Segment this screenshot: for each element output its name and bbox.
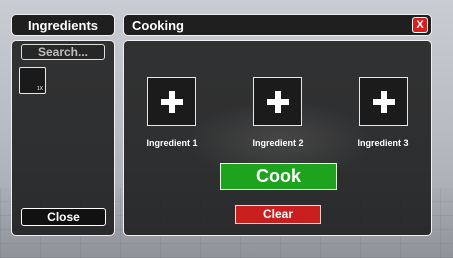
ingredient-slot-2-label: Ingredient 2 bbox=[252, 138, 304, 148]
plus-icon bbox=[372, 90, 395, 113]
inventory-item[interactable]: 1X bbox=[19, 67, 46, 94]
cook-button[interactable]: Cook bbox=[220, 163, 337, 190]
ingredient-slot-1-label: Ingredient 1 bbox=[146, 138, 198, 148]
cooking-title-bar: Cooking X bbox=[123, 14, 432, 36]
ingredient-slot-2[interactable] bbox=[253, 77, 302, 126]
ingredient-slot-3[interactable] bbox=[359, 77, 408, 126]
ingredient-slot-1[interactable] bbox=[147, 77, 196, 126]
cooking-title: Cooking bbox=[132, 17, 184, 33]
close-button[interactable]: Close bbox=[21, 208, 106, 226]
ingredients-panel: Search... 1X Close bbox=[11, 40, 115, 236]
item-count: 1X bbox=[36, 86, 43, 92]
ingredients-title: Ingredients bbox=[27, 17, 99, 33]
cooking-panel: Ingredient 1 Ingredient 2 Ingredient 3 C… bbox=[123, 40, 432, 236]
ingredients-title-bar: Ingredients bbox=[11, 14, 115, 36]
search-input[interactable]: Search... bbox=[21, 44, 105, 60]
plus-icon bbox=[266, 90, 289, 113]
close-window-button[interactable]: X bbox=[412, 17, 428, 33]
clear-button[interactable]: Clear bbox=[235, 205, 321, 224]
ingredient-slot-3-label: Ingredient 3 bbox=[357, 138, 409, 148]
plus-icon bbox=[160, 90, 183, 113]
